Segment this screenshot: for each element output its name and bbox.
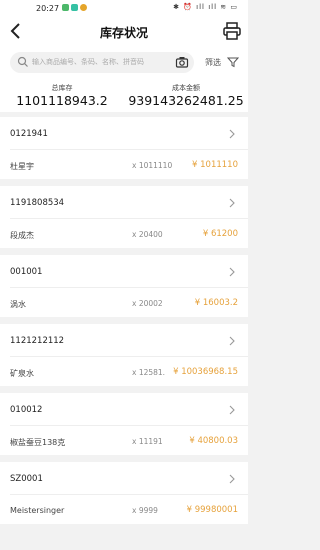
item-code: 010012 [10, 405, 43, 415]
item-divider [10, 287, 248, 288]
item-quantity: x 11191 [132, 437, 163, 446]
item-amount: ¥ 61200 [202, 229, 238, 239]
item-quantity: x 20002 [132, 299, 163, 308]
item-name: 涡水 [10, 300, 26, 309]
total-stock-value: 1101118943.2 [16, 93, 108, 108]
item-amount: ¥ 99980001 [186, 505, 238, 515]
inventory-summary: 总库存 1101118943.2 成本金额 939143262481.25 [0, 78, 248, 112]
chevron-right-icon [229, 198, 235, 208]
item-code: 1191808534 [10, 198, 65, 208]
cost-amount-label: 成本金额 [172, 84, 200, 92]
item-amount: ¥ 16003.2 [194, 298, 238, 308]
filter-label[interactable]: 筛选 [205, 57, 221, 68]
item-quantity: x 20400 [132, 230, 163, 239]
page-title: 库存状况 [99, 26, 148, 40]
item-amount: ¥ 1011110 [192, 160, 238, 170]
item-name: 矿泉水 [10, 369, 34, 378]
search-input[interactable] [32, 55, 162, 69]
search-row: 筛选 [0, 46, 248, 78]
item-name: Meistersinger [10, 506, 65, 515]
printer-icon[interactable] [222, 21, 242, 41]
list-item[interactable]: 0121941 杜星宇 x 1011110 ¥ 1011110 [0, 117, 248, 179]
item-quantity: x 9999 [132, 506, 158, 515]
item-code: 0121941 [10, 129, 48, 139]
app-notification-icon [80, 4, 87, 11]
app-notification-icon [62, 4, 69, 11]
nav-bar: 库存状况 [0, 18, 248, 46]
chevron-right-icon [229, 129, 235, 139]
notification-icons [62, 4, 87, 11]
item-name: 椒盐蚕豆138克 [10, 438, 66, 447]
filter-icon[interactable] [227, 56, 239, 68]
chevron-right-icon [229, 405, 235, 415]
item-name: 段成杰 [10, 231, 34, 240]
item-divider [10, 494, 248, 495]
list-item[interactable]: 1191808534 段成杰 x 20400 ¥ 61200 [0, 186, 248, 248]
list-item[interactable]: 001001 涡水 x 20002 ¥ 16003.2 [0, 255, 248, 317]
system-status-icons: ✱ ⏰ ıll ıll ≋ ▭ [173, 3, 238, 11]
search-icon [17, 56, 28, 67]
item-quantity: x 12581. [132, 368, 166, 377]
item-code: SZ0001 [10, 474, 43, 484]
chevron-right-icon [229, 474, 235, 484]
chevron-right-icon [229, 267, 235, 277]
camera-scan-icon[interactable] [175, 55, 189, 69]
search-box[interactable] [10, 52, 194, 73]
item-divider [10, 218, 248, 219]
list-item[interactable]: 1121212112 矿泉水 x 12581. ¥ 10036968.15 [0, 324, 248, 386]
list-item[interactable]: SZ0001 Meistersinger x 9999 ¥ 99980001 [0, 462, 248, 524]
status-bar: 20:27 ✱ ⏰ ıll ıll ≋ ▭ [0, 0, 248, 18]
status-time: 20:27 [36, 4, 60, 13]
item-name: 杜星宇 [10, 162, 34, 171]
item-code: 1121212112 [10, 336, 65, 346]
list-item[interactable]: 010012 椒盐蚕豆138克 x 11191 ¥ 40800.03 [0, 393, 248, 455]
total-stock-label: 总库存 [51, 84, 73, 92]
app-notification-icon [71, 4, 78, 11]
item-divider [10, 425, 248, 426]
item-code: 001001 [10, 267, 43, 277]
item-quantity: x 1011110 [132, 161, 172, 170]
item-amount: ¥ 10036968.15 [173, 367, 238, 377]
item-divider [10, 356, 248, 357]
cost-amount-value: 939143262481.25 [128, 93, 244, 108]
chevron-right-icon [229, 336, 235, 346]
item-divider [10, 149, 248, 150]
item-amount: ¥ 40800.03 [189, 436, 238, 446]
